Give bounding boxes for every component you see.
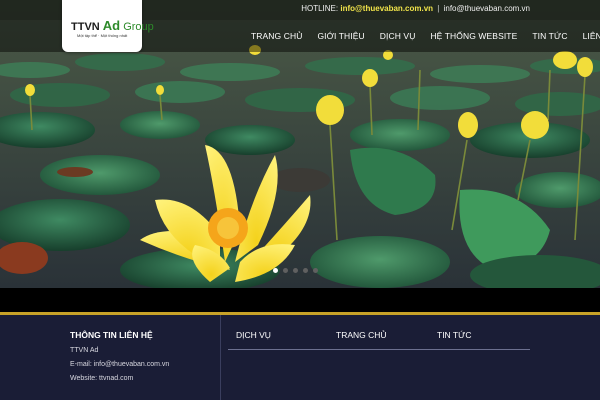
- footer-contact-column: THÔNG TIN LIÊN HỆ TTVN Ad E-mail: info@t…: [70, 330, 169, 382]
- separator: |: [437, 4, 440, 13]
- nav-item-tin-tuc[interactable]: TIN TỨC: [532, 31, 567, 41]
- hotline-label: HOTLINE:: [301, 4, 339, 13]
- slider-dot-4[interactable]: [303, 268, 308, 273]
- nav-item-trang-chu[interactable]: TRANG CHỦ: [251, 31, 302, 41]
- main-nav: TRANG CHỦ GIỚI THIỆU DỊCH VỤ HỆ THỐNG WE…: [251, 31, 600, 41]
- logo-wordmark: TTVN Ad Group: [71, 18, 154, 33]
- nav-item-gioi-thieu[interactable]: GIỚI THIỆU: [317, 31, 364, 41]
- footer-heading-tin-tuc[interactable]: TIN TỨC: [437, 330, 472, 340]
- footer-contact-title: THÔNG TIN LIÊN HỆ: [70, 330, 153, 340]
- nav-item-lien-he[interactable]: LIÊN HỆ: [583, 31, 600, 41]
- header-email-link[interactable]: info@thuevaban.com.vn: [444, 4, 530, 13]
- logo-tagline: Một tập thể · Một thống nhất: [77, 33, 128, 38]
- logo-brand-group: Group: [123, 21, 154, 33]
- footer-heading-rule: [228, 349, 530, 350]
- footer: THÔNG TIN LIÊN HỆ TTVN Ad E-mail: info@t…: [0, 315, 600, 400]
- logo-brand-ad: Ad: [102, 18, 121, 33]
- hotline-email-link[interactable]: info@thuevaban.com.vn: [340, 4, 433, 13]
- content-band: [0, 288, 600, 312]
- nav-item-dich-vu[interactable]: DỊCH VỤ: [380, 31, 416, 41]
- page: HOTLINE: info@thuevaban.com.vn | info@th…: [0, 0, 600, 400]
- slider-dot-2[interactable]: [283, 268, 288, 273]
- nav-item-he-thong-website[interactable]: HỆ THỐNG WEBSITE: [430, 31, 517, 41]
- slider-dot-1[interactable]: [273, 268, 278, 273]
- logo[interactable]: TTVN Ad Group Một tập thể · Một thống nh…: [62, 0, 154, 52]
- slider-dot-5[interactable]: [313, 268, 318, 273]
- hotline-contact: HOTLINE: info@thuevaban.com.vn | info@th…: [301, 4, 530, 13]
- slider-dot-3[interactable]: [293, 268, 298, 273]
- footer-website[interactable]: Website: ttvnad.com: [70, 375, 169, 382]
- logo-brand-prefix: TTVN: [71, 21, 100, 33]
- footer-company-name: TTVN Ad: [70, 347, 99, 354]
- slider-pagination: [273, 268, 318, 273]
- footer-heading-dich-vu[interactable]: DỊCH VỤ: [236, 330, 271, 340]
- footer-divider: [220, 315, 221, 400]
- footer-heading-trang-chu[interactable]: TRANG CHỦ: [336, 330, 387, 340]
- footer-email[interactable]: E-mail: info@thuevaban.com.vn: [70, 361, 169, 368]
